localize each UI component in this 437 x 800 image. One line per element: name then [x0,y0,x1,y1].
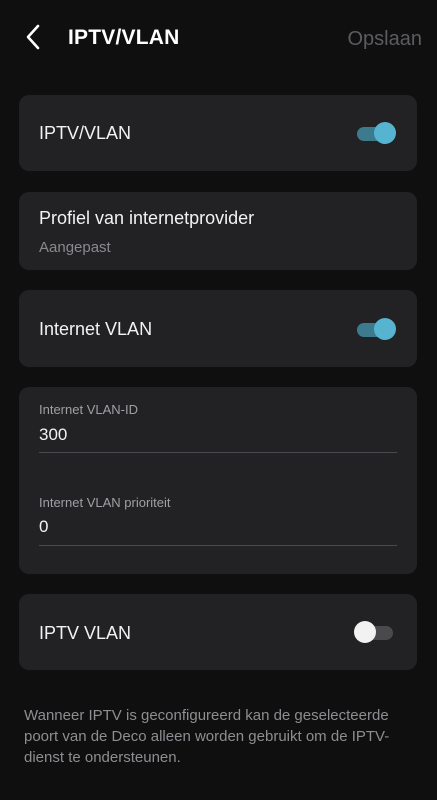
page: IPTV/VLAN Opslaan IPTV/VLAN Profiel van … [0,0,437,800]
iptv-vlan-toggle[interactable] [357,121,396,145]
internet-vlan-toggle[interactable] [357,317,396,341]
isp-profile-value: Aangepast [39,239,111,256]
internet-vlan-card: Internet VLAN [19,290,417,367]
iptv-vlan-sub-toggle[interactable] [354,620,395,644]
internet-vlan-label: Internet VLAN [39,319,153,339]
chevron-left-icon [24,24,42,55]
internet-vlan-id-input[interactable] [39,425,397,445]
field-divider [39,545,397,546]
back-button[interactable] [18,24,48,54]
iptv-vlan-sub-card: IPTV VLAN [19,594,417,670]
isp-profile-label: Profiel van internetprovider [39,208,255,228]
iptv-vlan-sub-label: IPTV VLAN [39,623,132,643]
save-button[interactable]: Opslaan [348,28,423,51]
page-title: IPTV/VLAN [68,26,180,49]
iptv-vlan-label: IPTV/VLAN [39,123,132,143]
field-divider [39,452,397,453]
toggle-knob [354,621,376,643]
internet-vlan-priority-label: Internet VLAN prioriteit [39,495,171,510]
internet-vlan-id-label: Internet VLAN-ID [39,402,138,417]
header: IPTV/VLAN Opslaan [0,0,437,80]
isp-profile-card[interactable]: Profiel van internetprovider Aangepast [19,192,417,270]
toggle-knob [374,318,396,340]
toggle-knob [374,122,396,144]
footer-note: Wanneer IPTV is geconfigureerd kan de ge… [24,707,390,766]
internet-vlan-priority-input[interactable] [39,517,397,537]
iptv-vlan-card: IPTV/VLAN [19,95,417,171]
internet-vlan-fields-card: Internet VLAN-ID Internet VLAN prioritei… [19,387,417,574]
